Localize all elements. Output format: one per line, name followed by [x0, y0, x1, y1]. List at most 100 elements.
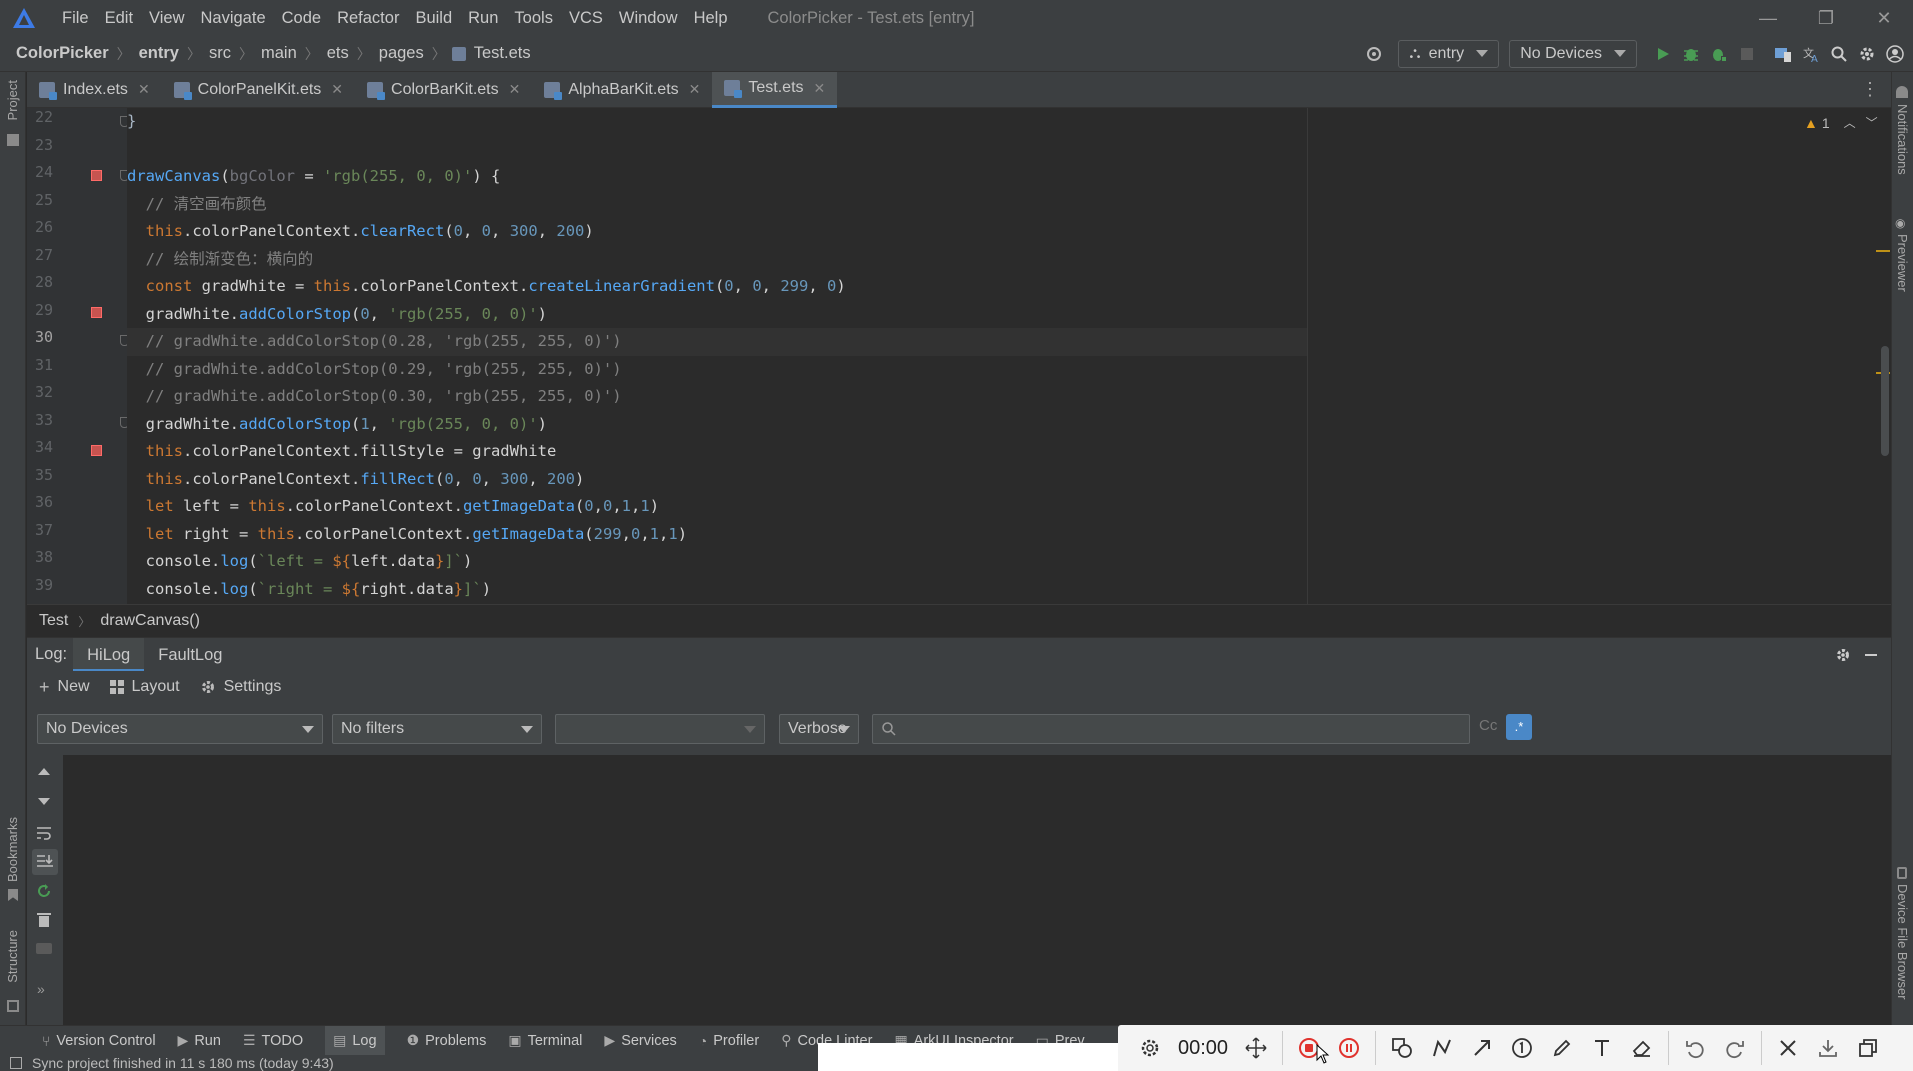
breakpoint-icon[interactable] [91, 307, 102, 318]
bookmarks-tool-button[interactable]: Bookmarks [5, 817, 20, 886]
log-search-input[interactable] [872, 714, 1470, 744]
trash-icon[interactable] [37, 912, 51, 928]
menu-vcs[interactable]: VCS [561, 0, 611, 36]
chevron-down-icon[interactable]: ﹀ [1866, 114, 1878, 131]
text-tool-icon[interactable] [1582, 1028, 1622, 1068]
tool-services[interactable]: ▶ Services [604, 1032, 676, 1049]
crumb-pages[interactable]: pages [377, 44, 426, 63]
stop-icon[interactable] [1733, 40, 1761, 68]
menu-help[interactable]: Help [686, 0, 736, 36]
crumb-module[interactable]: entry [137, 44, 181, 63]
pen-tool-icon[interactable] [1542, 1028, 1582, 1068]
menu-refactor[interactable]: Refactor [329, 0, 407, 36]
pause-recording-icon[interactable] [1329, 1028, 1369, 1068]
menu-tools[interactable]: Tools [506, 0, 561, 36]
layout-button[interactable]: Layout [109, 678, 180, 696]
inspection-widget[interactable]: ▲ 1 ︿ ﹀ [1804, 114, 1878, 131]
move-icon[interactable] [1236, 1028, 1276, 1068]
menu-run[interactable]: Run [460, 0, 506, 36]
recorder-settings-icon[interactable] [1130, 1028, 1170, 1068]
tool-terminal[interactable]: ▣ Terminal [508, 1032, 582, 1049]
device-select[interactable]: No Devices [1509, 39, 1637, 68]
log-filter-select[interactable]: No filters [332, 714, 542, 744]
gear-icon[interactable] [1853, 40, 1881, 68]
gear-icon[interactable] [1829, 641, 1857, 669]
project-tool-button[interactable]: Project [5, 80, 20, 124]
crumb-ets[interactable]: ets [325, 44, 351, 63]
crumb-src[interactable]: src [207, 44, 233, 63]
more-actions-icon[interactable]: » [37, 981, 45, 997]
breakpoint-icon[interactable] [91, 170, 102, 181]
search-icon[interactable] [1825, 40, 1853, 68]
tool-todo[interactable]: ☰ TODO [243, 1032, 303, 1049]
previewer-tool-button[interactable]: Previewer [1895, 234, 1910, 296]
tool-version-control[interactable]: ⑂ Version Control [42, 1033, 156, 1049]
tab-hilog[interactable]: HiLog [73, 637, 145, 672]
device-manager-icon[interactable] [1769, 40, 1797, 68]
tab-index[interactable]: Index.ets ✕ [27, 72, 162, 108]
close-recorder-icon[interactable] [1768, 1028, 1808, 1068]
close-icon[interactable]: ✕ [331, 81, 343, 98]
close-window-button[interactable]: ✕ [1855, 0, 1913, 36]
tool-log[interactable]: ▤ Log [325, 1025, 385, 1056]
menu-view[interactable]: View [141, 0, 192, 36]
restore-button[interactable]: ❐ [1797, 0, 1855, 36]
scroll-down-icon[interactable] [36, 795, 52, 807]
menu-navigate[interactable]: Navigate [193, 0, 274, 36]
editor-scrollbar[interactable] [1881, 346, 1889, 456]
camera-icon[interactable] [36, 940, 52, 954]
minimize-panel-icon[interactable] [1857, 641, 1885, 669]
device-file-browser-tool-button[interactable]: Device File Browser [1895, 884, 1910, 1004]
attach-debugger-icon[interactable] [1705, 40, 1733, 68]
tab-colorbarkit[interactable]: ColorBarKit.ets ✕ [355, 72, 532, 108]
menu-code[interactable]: Code [274, 0, 329, 36]
restart-icon[interactable] [36, 883, 52, 899]
shape-tool-icon[interactable] [1382, 1028, 1422, 1068]
crumb-main[interactable]: main [259, 44, 299, 63]
chevron-up-icon[interactable]: ︿ [1844, 114, 1856, 131]
debug-icon[interactable] [1677, 40, 1705, 68]
arrow-tool-icon[interactable] [1462, 1028, 1502, 1068]
soft-wrap-icon[interactable] [36, 825, 52, 841]
structure-tool-button[interactable]: Structure [5, 930, 20, 987]
log-device-select[interactable]: No Devices [37, 714, 323, 744]
tab-faultlog[interactable]: FaultLog [144, 638, 236, 672]
close-icon[interactable]: ✕ [509, 81, 521, 98]
notifications-tool-button[interactable]: Notifications [1895, 104, 1910, 179]
scroll-to-end-button[interactable] [32, 849, 58, 875]
crumb-struct[interactable]: Test [39, 612, 68, 630]
breakpoint-icon[interactable] [91, 445, 102, 456]
run-icon[interactable] [1649, 40, 1677, 68]
menu-window[interactable]: Window [611, 0, 686, 36]
more-tabs-icon[interactable]: ⋮ [1861, 79, 1879, 100]
scroll-up-icon[interactable] [36, 765, 52, 777]
run-config-select[interactable]: ⛬ entry [1398, 39, 1500, 68]
tab-colorpanelkit[interactable]: ColorPanelKit.ets ✕ [162, 72, 355, 108]
log-level-select[interactable]: Verbose [779, 714, 859, 744]
minimize-button[interactable]: — [1739, 0, 1797, 36]
translate-icon[interactable]: 文A [1797, 40, 1825, 68]
close-icon[interactable]: ✕ [814, 80, 826, 97]
log-output[interactable] [63, 755, 1891, 1034]
polyline-tool-icon[interactable] [1422, 1028, 1462, 1068]
number-marker-icon[interactable] [1502, 1028, 1542, 1068]
menu-file[interactable]: File [54, 0, 97, 36]
tab-alphabarkit[interactable]: AlphaBarKit.ets ✕ [532, 72, 712, 108]
warning-marker[interactable] [1876, 250, 1890, 252]
download-icon[interactable] [1808, 1028, 1848, 1068]
tool-profiler[interactable]: ◔ Profiler [699, 1033, 759, 1049]
crumb-method[interactable]: drawCanvas() [100, 612, 200, 630]
account-icon[interactable] [1881, 40, 1909, 68]
close-icon[interactable]: ✕ [138, 81, 150, 98]
menu-edit[interactable]: Edit [97, 0, 141, 36]
match-case-toggle[interactable]: Cc [1479, 717, 1497, 734]
log-process-select[interactable] [555, 714, 765, 744]
crumb-file[interactable]: Test.ets [472, 44, 533, 63]
tool-problems[interactable]: ❶ Problems [407, 1032, 487, 1049]
crumb-project[interactable]: ColorPicker [14, 44, 111, 63]
undo-icon[interactable] [1675, 1028, 1715, 1068]
menu-build[interactable]: Build [407, 0, 460, 36]
close-icon[interactable]: ✕ [689, 81, 701, 98]
eraser-tool-icon[interactable] [1622, 1028, 1662, 1068]
tool-run[interactable]: ▶ Run [178, 1032, 221, 1049]
